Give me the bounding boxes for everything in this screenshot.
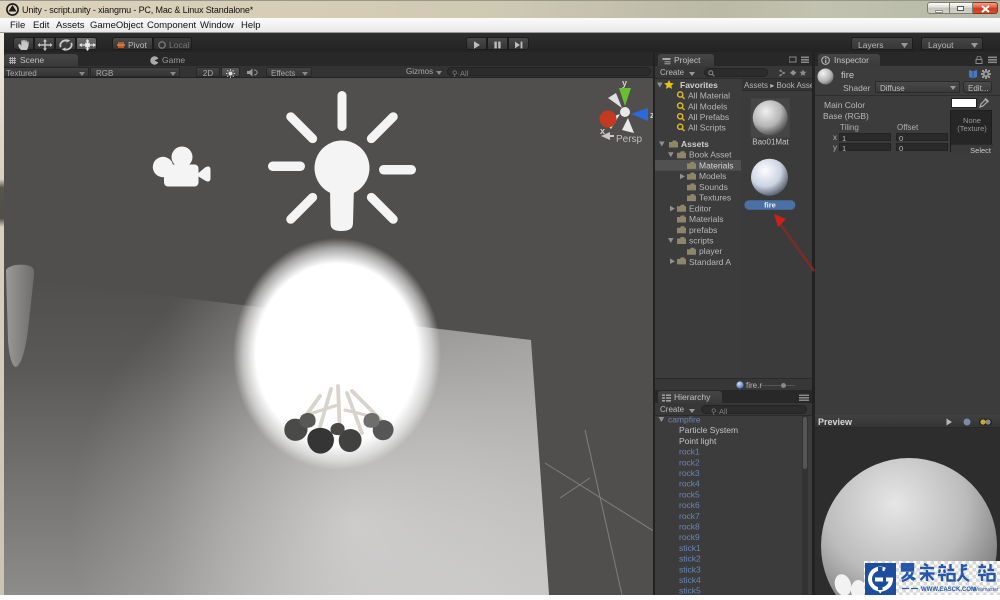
- svg-text:Materials: Materials: [689, 214, 723, 224]
- svg-text:Particle System: Particle System: [679, 425, 738, 435]
- svg-text:stick1: stick1: [679, 543, 701, 553]
- svg-text:prefabs: prefabs: [689, 225, 717, 235]
- svg-text:All Prefabs: All Prefabs: [688, 112, 729, 122]
- svg-text:Textures: Textures: [699, 193, 731, 203]
- svg-text:y: y: [622, 78, 627, 88]
- svg-text:stick5: stick5: [679, 586, 701, 595]
- svg-text:Bao01Mat: Bao01Mat: [752, 138, 789, 147]
- svg-text:All Models: All Models: [688, 101, 727, 111]
- svg-text:Point light: Point light: [679, 436, 717, 446]
- svg-text:x: x: [600, 126, 605, 136]
- svg-text:fire: fire: [764, 201, 776, 210]
- svg-text:Book Asset: Book Asset: [689, 150, 732, 160]
- svg-text:rock8: rock8: [679, 522, 700, 532]
- svg-text:scripts: scripts: [689, 236, 714, 246]
- svg-text:stick3: stick3: [679, 564, 701, 574]
- svg-text:Standard A: Standard A: [689, 257, 731, 267]
- svg-text:rock4: rock4: [679, 479, 700, 489]
- svg-text:Webmaster: Webmaster: [973, 587, 999, 593]
- svg-text:rock1: rock1: [679, 447, 700, 457]
- svg-text:rock3: rock3: [679, 468, 700, 478]
- svg-text:All Scripts: All Scripts: [688, 123, 726, 133]
- svg-text:Materials: Materials: [699, 160, 733, 170]
- svg-text:Assets: Assets: [681, 139, 709, 149]
- svg-text:Models: Models: [699, 171, 726, 181]
- svg-text:campfire: campfire: [668, 416, 701, 425]
- svg-text:rock5: rock5: [679, 489, 700, 499]
- svg-text:Persp: Persp: [616, 134, 643, 145]
- svg-text:rock7: rock7: [679, 511, 700, 521]
- svg-text:stick4: stick4: [679, 575, 701, 585]
- svg-text:rock9: rock9: [679, 532, 700, 542]
- svg-text:Editor: Editor: [689, 203, 711, 213]
- svg-text:Favorites: Favorites: [680, 80, 718, 90]
- svg-text:WWW.EASCK.COM: WWW.EASCK.COM: [921, 587, 976, 593]
- svg-text:Sounds: Sounds: [699, 182, 728, 192]
- svg-text:stick2: stick2: [679, 554, 701, 564]
- svg-text:player: player: [699, 246, 722, 256]
- svg-text:rock2: rock2: [679, 457, 700, 467]
- svg-text:All Material: All Material: [688, 90, 730, 100]
- svg-text:rock6: rock6: [679, 500, 700, 510]
